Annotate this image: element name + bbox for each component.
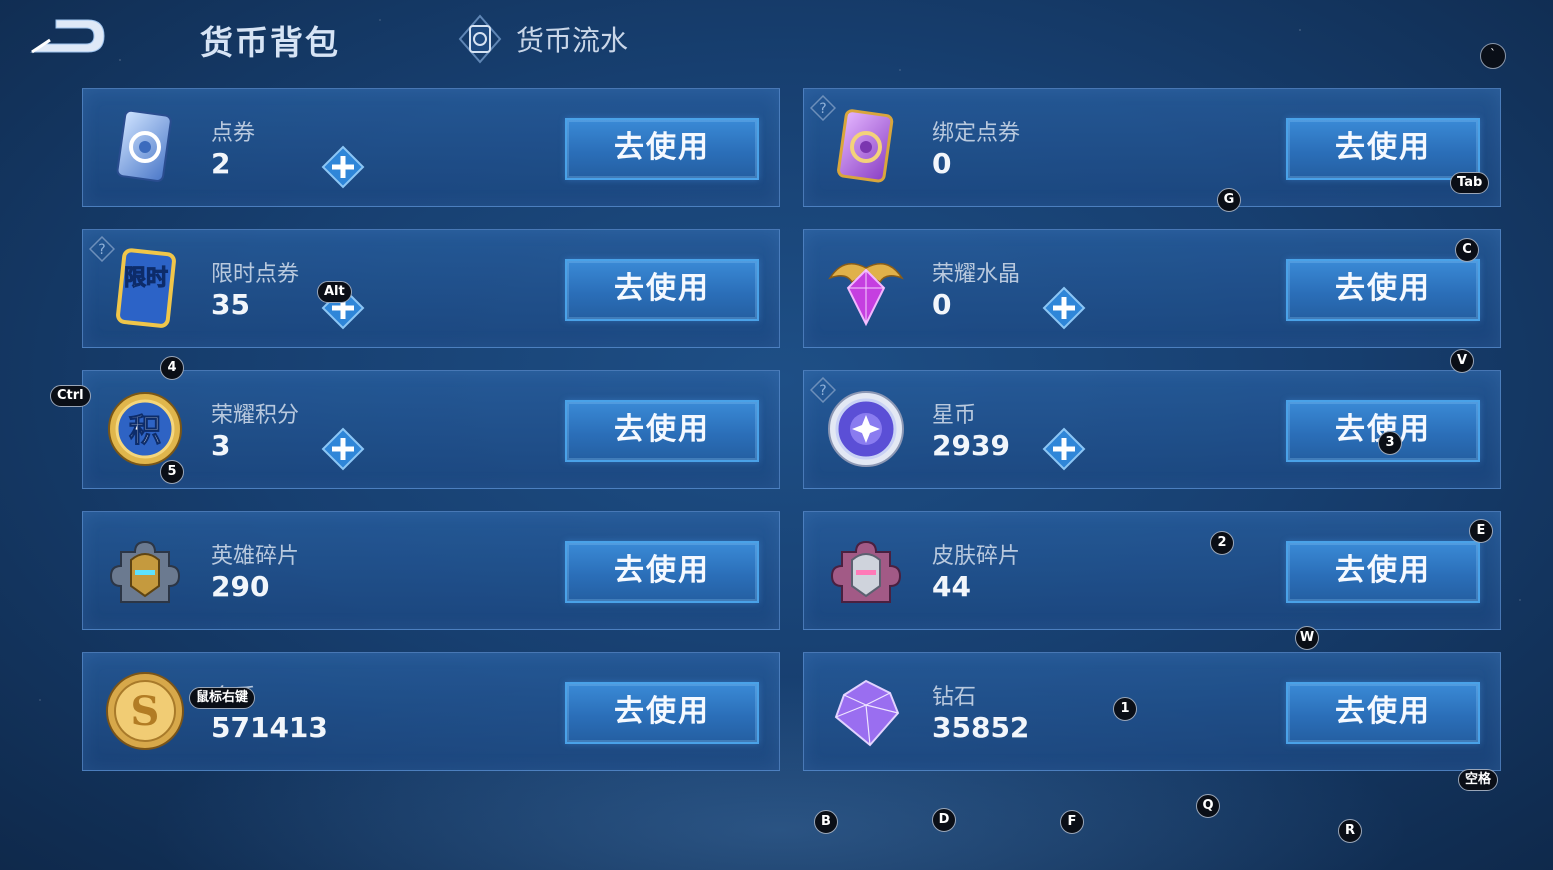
key-hint-g: G <box>1217 188 1241 212</box>
currency-card-gold: S 金币 571413 去使用 <box>82 652 780 771</box>
currency-value: 2 <box>211 147 231 180</box>
currency-name: 绑定点券 <box>932 121 1021 146</box>
page-title: 货币背包 <box>200 23 340 62</box>
currency-value: 0 <box>932 288 952 321</box>
use-button[interactable]: 去使用 <box>565 400 759 462</box>
currency-card-glory-crystal: 荣耀水晶 0 去使用 <box>803 229 1501 348</box>
star-coin-icon <box>828 391 904 467</box>
hero-fragment-icon <box>109 540 181 603</box>
currency-name: 星币 <box>932 403 977 428</box>
blue-coupon-card-icon <box>116 109 172 182</box>
use-button[interactable]: 去使用 <box>565 682 759 744</box>
currency-value: 3 <box>211 429 231 462</box>
back-arrow-icon[interactable] <box>26 14 110 60</box>
currency-card-hero-fragment: 英雄碎片 290 去使用 <box>82 511 780 630</box>
key-hint-4: 4 <box>160 356 184 380</box>
purple-bound-coupon-card-icon <box>837 109 894 183</box>
key-hint-5: 5 <box>160 460 184 484</box>
currency-value: 35 <box>211 288 250 321</box>
key-hint-tab: Tab <box>1450 172 1490 194</box>
currency-card-coupon: 点券 2 去使用 <box>82 88 780 207</box>
key-hint-c: C <box>1455 238 1479 262</box>
currency-card-star-coin: ? 星币 2939 去使用 <box>803 370 1501 489</box>
currency-value: 571413 <box>211 711 328 744</box>
glory-points-coin-icon: 积 <box>108 392 182 466</box>
add-plus-icon[interactable] <box>1042 286 1086 330</box>
currency-card-diamond: 钻石 35852 去使用 <box>803 652 1501 771</box>
currency-name: 英雄碎片 <box>211 544 300 569</box>
key-hint-q: Q <box>1196 794 1220 818</box>
key-hint-right-click: 鼠标右键 <box>189 687 256 709</box>
use-button[interactable]: 去使用 <box>565 259 759 321</box>
limited-time-coupon-icon: 限时 <box>116 248 176 328</box>
use-button[interactable]: 去使用 <box>565 118 759 180</box>
key-hint-alt: Alt <box>317 281 352 303</box>
currency-value: 44 <box>932 570 971 603</box>
skin-fragment-icon <box>830 540 902 603</box>
currency-value: 0 <box>932 147 952 180</box>
key-hint-r: R <box>1338 819 1362 843</box>
use-button[interactable]: 去使用 <box>1286 118 1480 180</box>
add-plus-icon[interactable] <box>1042 427 1086 471</box>
tab-currency-flow[interactable]: 货币流水 <box>458 14 628 64</box>
key-hint-backtick[interactable]: ` <box>1480 43 1506 69</box>
currency-card-bound-coupon: ? 绑定点券 0 去使用 <box>803 88 1501 207</box>
use-button[interactable]: 去使用 <box>1286 541 1480 603</box>
gold-coin-icon: S <box>106 672 184 750</box>
use-button[interactable]: 去使用 <box>1286 259 1480 321</box>
currency-flow-icon <box>458 14 502 64</box>
currency-name: 皮肤碎片 <box>932 544 1021 569</box>
currency-name: 点券 <box>211 121 256 146</box>
key-hint-1: 1 <box>1113 697 1137 721</box>
glory-crystal-icon <box>828 263 904 327</box>
key-hint-ctrl: Ctrl <box>50 385 91 407</box>
currency-name: 限时点券 <box>211 262 300 287</box>
key-hint-v: V <box>1450 349 1474 373</box>
use-button[interactable]: 去使用 <box>1286 682 1480 744</box>
key-hint-d: D <box>932 808 956 832</box>
add-plus-icon[interactable] <box>321 145 365 189</box>
currency-name: 钻石 <box>932 685 977 710</box>
currency-value: 2939 <box>932 429 1010 462</box>
currency-name: 荣耀积分 <box>211 403 300 428</box>
key-hint-f: F <box>1060 810 1084 834</box>
currency-name: 荣耀水晶 <box>932 262 1021 287</box>
key-hint-b: B <box>814 810 838 834</box>
currency-value: 35852 <box>932 711 1030 744</box>
key-hint-e: E <box>1469 519 1493 543</box>
key-hint-w: W <box>1295 626 1319 650</box>
currency-card-limited-coupon: ? 限时 限时点券 35 去使用 <box>82 229 780 348</box>
add-plus-icon[interactable] <box>321 427 365 471</box>
key-hint-3: 3 <box>1378 431 1402 455</box>
use-button[interactable]: 去使用 <box>565 541 759 603</box>
tab-currency-flow-label: 货币流水 <box>516 24 629 57</box>
key-hint-2: 2 <box>1210 531 1234 555</box>
currency-value: 290 <box>211 570 270 603</box>
key-hint-space: 空格 <box>1458 769 1499 791</box>
currency-card-glory-points: 积 荣耀积分 3 去使用 <box>82 370 780 489</box>
currency-card-skin-fragment: 皮肤碎片 44 去使用 <box>803 511 1501 630</box>
icon-text: 积 <box>129 411 161 449</box>
diamond-icon <box>834 679 900 747</box>
icon-text: 限时 <box>124 266 168 291</box>
svg-text:S: S <box>131 688 160 735</box>
